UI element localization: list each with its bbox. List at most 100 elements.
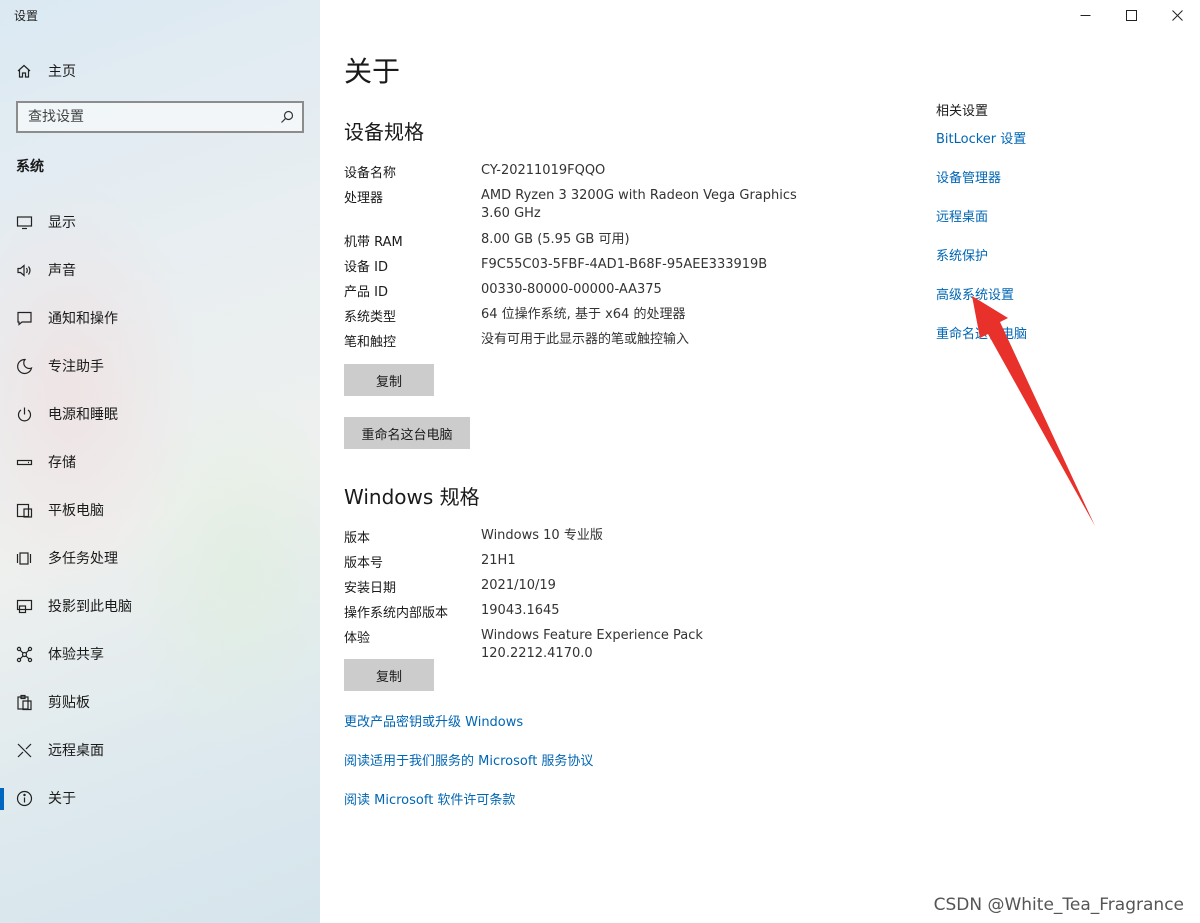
sidebar-item-power-sleep[interactable]: 电源和睡眠 (0, 390, 320, 438)
spec-value: 19043.1645 (481, 603, 560, 618)
spec-key: 产品 ID (344, 285, 388, 300)
spec-key: 操作系统内部版本 (344, 606, 449, 621)
close-icon (1171, 9, 1183, 21)
display-icon (16, 215, 33, 229)
sidebar-home[interactable]: 主页 (16, 60, 76, 82)
spec-key: 体验 (344, 631, 371, 646)
device-specs-heading: 设备规格 (344, 120, 424, 144)
shared-experiences-icon (16, 646, 33, 662)
minimize-icon (1080, 14, 1090, 16)
maximize-icon (1125, 9, 1137, 21)
sidebar-item-display[interactable]: 显示 (0, 198, 320, 246)
spec-value: Windows 10 专业版 (481, 528, 603, 543)
spec-row-experience: 体验 Windows Feature Experience Pack 120.2… (344, 627, 811, 663)
info-icon (16, 790, 33, 806)
window-title: 设置 (14, 9, 39, 23)
system-protection-link[interactable]: 系统保护 (936, 245, 988, 264)
spec-value: Windows Feature Experience Pack 120.2212… (481, 628, 703, 661)
advanced-system-settings-link[interactable]: 高级系统设置 (936, 284, 1014, 303)
sidebar-item-label: 声音 (48, 263, 76, 279)
search-box[interactable] (16, 101, 304, 133)
spec-value: 64 位操作系统, 基于 x64 的处理器 (481, 307, 686, 322)
projecting-icon (16, 599, 33, 613)
sidebar-item-label: 存储 (48, 455, 76, 471)
spec-key: 版本号 (344, 556, 384, 571)
sound-icon (17, 263, 31, 277)
focus-assist-icon (17, 358, 33, 374)
rename-pc-button[interactable]: 重命名这台电脑 (344, 417, 470, 449)
page-title: 关于 (344, 55, 401, 88)
sidebar-item-projecting[interactable]: 投影到此电脑 (0, 582, 320, 630)
sidebar-item-shared-experiences[interactable]: 体验共享 (0, 630, 320, 678)
spec-key: 笔和触控 (344, 335, 397, 350)
close-button[interactable] (1154, 0, 1200, 30)
sidebar-item-focus-assist[interactable]: 专注助手 (0, 342, 320, 390)
sidebar-item-remote-desktop[interactable]: 远程桌面 (0, 726, 320, 774)
bitlocker-settings-link[interactable]: BitLocker 设置 (936, 128, 1026, 147)
sidebar-item-label: 远程桌面 (48, 743, 104, 759)
sidebar-item-tablet[interactable]: 平板电脑 (0, 486, 320, 534)
search-icon[interactable] (280, 110, 294, 124)
sidebar-item-label: 显示 (48, 215, 76, 231)
spec-row-processor: 处理器 AMD Ryzen 3 3200G with Radeon Vega G… (344, 187, 811, 223)
sidebar-item-label: 剪贴板 (48, 695, 90, 711)
remote-desktop-icon (17, 743, 32, 757)
spec-value: F9C55C03-5FBF-4AD1-B68F-95AEE333919B (481, 257, 768, 272)
spec-value-line: 3.60 GHz (481, 206, 541, 221)
maximize-button[interactable] (1108, 0, 1154, 30)
rename-this-pc-link[interactable]: 重命名这台电脑 (936, 323, 1027, 342)
remote-desktop-link[interactable]: 远程桌面 (936, 206, 988, 225)
window-controls (1062, 0, 1200, 30)
spec-row-edition: 版本 Windows 10 专业版 (344, 527, 811, 546)
license-terms-link[interactable]: 阅读 Microsoft 软件许可条款 (344, 789, 515, 808)
spec-row-os-build: 操作系统内部版本 19043.1645 (344, 602, 811, 621)
copy-device-specs-button[interactable]: 复制 (344, 364, 434, 396)
sidebar-item-storage[interactable]: 存储 (0, 438, 320, 486)
sidebar-item-label: 通知和操作 (48, 311, 118, 327)
change-product-key-link[interactable]: 更改产品密钥或升级 Windows (344, 711, 523, 730)
spec-key: 安装日期 (344, 581, 397, 596)
spec-value: CY-20211019FQQO (481, 163, 606, 178)
clipboard-icon (17, 694, 32, 710)
sidebar-item-about[interactable]: 关于 (0, 774, 320, 822)
sidebar-item-label: 平板电脑 (48, 503, 104, 519)
sidebar-home-label: 主页 (48, 64, 76, 80)
sidebar-item-sound[interactable]: 声音 (0, 246, 320, 294)
sidebar-item-label: 体验共享 (48, 647, 104, 663)
spec-row-product-id: 产品 ID 00330-80000-00000-AA375 (344, 281, 811, 300)
search-input[interactable] (28, 109, 280, 125)
service-agreement-link[interactable]: 阅读适用于我们服务的 Microsoft 服务协议 (344, 750, 593, 769)
device-manager-link[interactable]: 设备管理器 (936, 167, 1001, 186)
spec-value: AMD Ryzen 3 3200G with Radeon Vega Graph… (481, 187, 811, 223)
copy-windows-specs-button[interactable]: 复制 (344, 659, 434, 691)
sidebar-item-label: 电源和睡眠 (48, 407, 118, 423)
related-settings-title: 相关设置 (936, 104, 989, 119)
sidebar-item-label: 投影到此电脑 (48, 599, 132, 615)
sidebar: 设置 主页 系统 显示 声音 通知和操作 专注助手 (0, 0, 320, 923)
tablet-icon (16, 503, 33, 518)
spec-row-version: 版本号 21H1 (344, 552, 811, 571)
sidebar-item-label: 多任务处理 (48, 551, 118, 567)
watermark: CSDN @White_Tea_Fragrance (933, 895, 1184, 915)
spec-row-device-name: 设备名称 CY-20211019FQQO (344, 162, 811, 181)
spec-row-ram: 机带 RAM 8.00 GB (5.95 GB 可用) (344, 231, 811, 250)
sidebar-item-clipboard[interactable]: 剪贴板 (0, 678, 320, 726)
spec-key: 设备名称 (344, 166, 397, 181)
home-icon (17, 64, 31, 78)
sidebar-item-notifications[interactable]: 通知和操作 (0, 294, 320, 342)
spec-row-device-id: 设备 ID F9C55C03-5FBF-4AD1-B68F-95AEE33391… (344, 256, 811, 275)
notification-icon (17, 311, 32, 326)
sidebar-section-title: 系统 (16, 159, 44, 175)
spec-key: 系统类型 (344, 310, 397, 325)
spec-value-line: AMD Ryzen 3 3200G with Radeon Vega Graph… (481, 188, 797, 203)
sidebar-item-multitasking[interactable]: 多任务处理 (0, 534, 320, 582)
spec-row-pen-touch: 笔和触控 没有可用于此显示器的笔或触控输入 (344, 331, 811, 350)
spec-key: 处理器 (344, 191, 384, 206)
minimize-button[interactable] (1062, 0, 1108, 30)
sidebar-item-label: 关于 (48, 791, 76, 807)
storage-icon (16, 459, 33, 465)
spec-key: 设备 ID (344, 260, 388, 275)
spec-key: 机带 RAM (344, 235, 403, 250)
spec-value: 8.00 GB (5.95 GB 可用) (481, 232, 630, 247)
sidebar-item-label: 专注助手 (48, 359, 104, 375)
